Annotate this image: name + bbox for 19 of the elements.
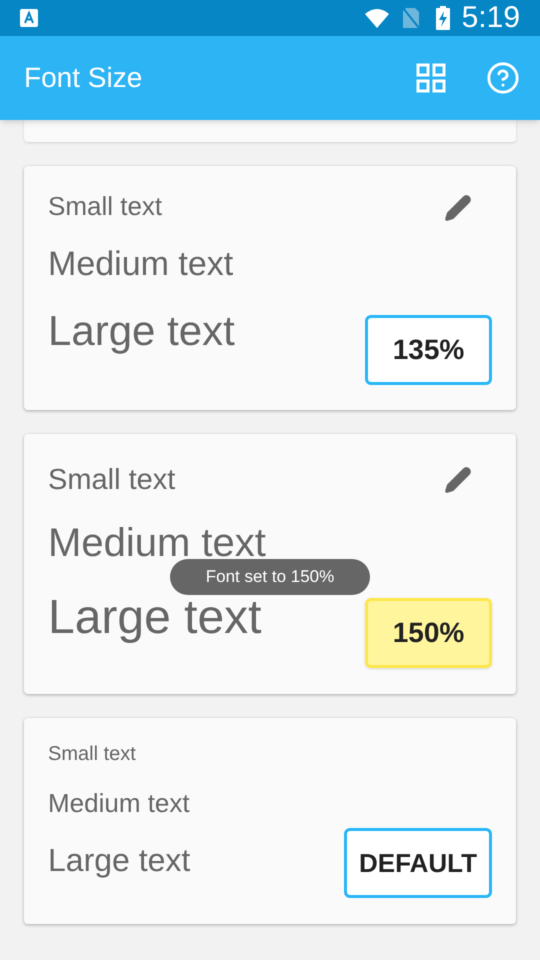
font-size-button[interactable]: DEFAULT — [344, 828, 492, 898]
app-notification-icon — [20, 9, 38, 27]
wifi-icon — [364, 7, 390, 29]
font-size-button[interactable]: 135% — [365, 315, 492, 385]
toast-message: Font set to 150% — [170, 559, 370, 595]
medium-text-sample: Medium text — [48, 244, 234, 284]
battery-charging-icon — [436, 6, 450, 30]
app-title: Font Size — [24, 61, 144, 95]
no-sim-icon — [402, 7, 420, 29]
large-text-sample: Large text — [48, 306, 235, 356]
small-text-sample: Small text — [48, 463, 176, 498]
small-text-sample: Small text — [48, 190, 162, 222]
medium-text-sample: Medium text — [48, 787, 190, 820]
edit-icon[interactable] — [444, 466, 472, 494]
status-time: 5:19 — [462, 3, 520, 33]
edit-icon[interactable] — [444, 194, 472, 222]
font-size-button[interactable]: 150% — [365, 598, 492, 668]
large-text-sample: Large text — [48, 840, 190, 880]
small-text-sample: Small text — [48, 742, 136, 767]
